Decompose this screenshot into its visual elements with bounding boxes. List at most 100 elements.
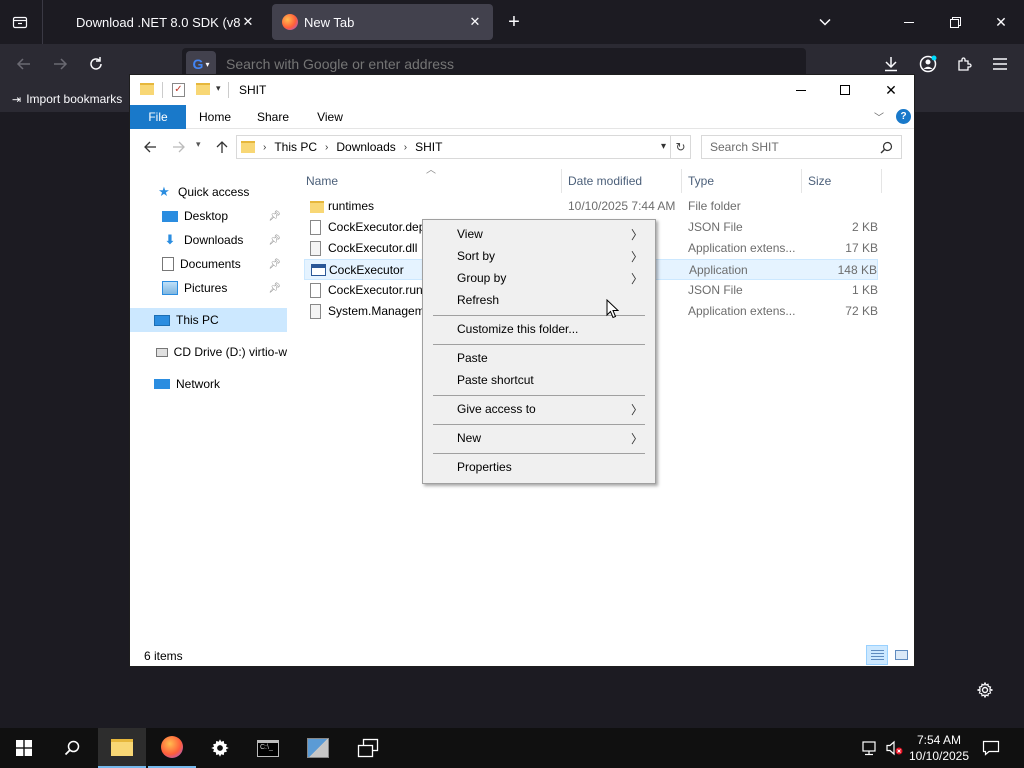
import-icon: ⇥ <box>12 93 22 106</box>
taskbar-server-manager[interactable] <box>294 728 342 768</box>
qat-customize-icon[interactable]: ▾ <box>216 83 221 94</box>
menu-item-give-access[interactable]: Give access to 〉 <box>425 398 653 420</box>
network-tray-icon[interactable] <box>862 740 880 756</box>
expand-ribbon-icon[interactable]: ﹀ <box>874 109 884 124</box>
file-row[interactable]: runtimes 10/10/2025 7:44 AM File folder <box>304 196 878 217</box>
restore-icon <box>949 16 961 28</box>
back-button[interactable] <box>140 137 160 157</box>
breadcrumb-downloads[interactable]: Downloads <box>336 140 395 154</box>
menu-item-group-by[interactable]: Group by 〉 <box>425 267 653 289</box>
ribbon-tab-view[interactable]: View <box>306 105 354 129</box>
nav-label: Pictures <box>184 281 228 295</box>
explorer-maximize-button[interactable] <box>822 75 868 105</box>
start-button[interactable] <box>0 728 48 768</box>
explorer-minimize-button[interactable] <box>778 75 824 105</box>
file-name: CockExecutor.dll <box>328 241 418 255</box>
firefox-icon <box>161 736 183 758</box>
nav-downloads[interactable]: ⬇ Downloads 📌︎ <box>130 228 287 252</box>
gear-icon <box>977 682 993 698</box>
file-type: Application extens... <box>688 304 796 318</box>
reload-button[interactable] <box>82 50 110 78</box>
nav-this-pc[interactable]: This PC <box>130 308 287 332</box>
ribbon-tab-home[interactable]: Home <box>190 105 240 129</box>
list-all-tabs-button[interactable] <box>8 10 32 34</box>
customize-new-tab-button[interactable] <box>974 679 996 701</box>
column-header-type[interactable]: Type <box>682 169 802 193</box>
nav-quick-access[interactable]: ★ Quick access <box>130 180 287 204</box>
up-button[interactable] <box>212 137 232 157</box>
nav-pictures[interactable]: Pictures 📌︎ <box>130 276 287 300</box>
large-icons-view-button[interactable] <box>890 645 912 665</box>
close-tab-icon[interactable]: ✕ <box>467 14 483 30</box>
file-name: CockExecutor.dep <box>328 220 426 234</box>
column-header-size[interactable]: Size <box>802 169 882 193</box>
menu-item-new[interactable]: New 〉 <box>425 427 653 449</box>
menu-item-customize[interactable]: Customize this folder... <box>425 318 653 340</box>
application-icon <box>311 264 326 276</box>
account-button[interactable] <box>914 50 942 78</box>
url-input[interactable] <box>216 56 806 72</box>
nav-documents[interactable]: Documents 📌︎ <box>130 252 287 276</box>
forward-button[interactable] <box>168 137 188 157</box>
refresh-button[interactable]: ↻ <box>671 135 691 159</box>
taskbar-command-prompt[interactable]: C:\_ <box>244 728 292 768</box>
taskbar-clock[interactable]: 7:54 AM 10/10/2025 <box>904 732 974 764</box>
ribbon-tab-file[interactable]: File <box>130 105 186 129</box>
folder-icon <box>241 141 255 153</box>
ribbon-tab-share[interactable]: Share <box>248 105 298 129</box>
new-folder-icon[interactable] <box>196 83 210 95</box>
hamburger-menu-icon <box>993 58 1007 70</box>
download-arrow-icon: ⬇ <box>164 232 176 247</box>
tab-dotnet-download[interactable]: Download .NET 8.0 SDK (v8.0.4 ✕ <box>48 4 266 40</box>
search-button[interactable] <box>48 728 96 768</box>
breadcrumb-this-pc[interactable]: This PC <box>274 140 317 154</box>
taskbar-task-view[interactable] <box>344 728 392 768</box>
volume-tray-icon[interactable] <box>886 740 904 756</box>
search-icon <box>880 141 893 153</box>
nav-network[interactable]: Network <box>130 372 287 396</box>
close-tab-icon[interactable]: ✕ <box>240 14 256 30</box>
menu-item-properties[interactable]: Properties <box>425 456 653 478</box>
tab-overflow-button[interactable] <box>813 10 837 34</box>
explorer-close-button[interactable]: ✕ <box>868 75 914 105</box>
file-size: 2 KB <box>851 220 878 234</box>
file-size: 17 KB <box>845 241 878 255</box>
explorer-title-bar: ✓ ▾ SHIT ✕ <box>130 75 914 105</box>
breadcrumb-current[interactable]: SHIT <box>415 140 442 154</box>
taskbar-firefox[interactable] <box>148 728 196 768</box>
file-name: runtimes <box>328 199 375 213</box>
app-menu-button[interactable] <box>986 50 1014 78</box>
taskbar-file-explorer[interactable] <box>98 728 146 768</box>
extensions-button[interactable] <box>950 50 978 78</box>
menu-item-paste-shortcut[interactable]: Paste shortcut <box>425 369 653 391</box>
restore-button[interactable] <box>932 0 978 44</box>
recent-locations-icon[interactable]: ▾ <box>196 139 201 150</box>
search-box[interactable]: Search SHIT <box>701 135 902 159</box>
column-header-name[interactable]: Name <box>300 169 562 193</box>
properties-icon[interactable]: ✓ <box>172 83 185 97</box>
menu-item-paste[interactable]: Paste <box>425 347 653 369</box>
close-icon: ✕ <box>885 81 897 98</box>
nav-cd-drive[interactable]: CD Drive (D:) virtio-w <box>130 340 287 364</box>
address-dropdown-icon[interactable]: ▾ <box>661 141 666 152</box>
column-header-date[interactable]: Date modified <box>562 169 682 193</box>
taskbar-settings[interactable] <box>196 728 244 768</box>
details-view-button[interactable] <box>866 645 888 665</box>
action-center-button[interactable] <box>978 736 1004 760</box>
import-bookmarks-button[interactable]: ⇥ Import bookmarks <box>12 90 122 108</box>
folder-icon <box>310 201 324 213</box>
menu-separator <box>433 344 645 345</box>
back-button[interactable] <box>10 50 38 78</box>
menu-item-view[interactable]: View 〉 <box>425 223 653 245</box>
tab-new-tab[interactable]: New Tab ✕ <box>272 4 493 40</box>
new-tab-button[interactable]: + <box>502 10 526 34</box>
pin-icon: 📌︎ <box>268 258 281 270</box>
address-box[interactable]: › This PC › Downloads › SHIT ▾ <box>236 135 671 159</box>
nav-desktop[interactable]: Desktop 📌︎ <box>130 204 287 228</box>
close-window-button[interactable]: ✕ <box>978 0 1024 44</box>
minimize-button[interactable] <box>886 0 932 44</box>
menu-item-sort-by[interactable]: Sort by 〉 <box>425 245 653 267</box>
forward-button[interactable] <box>46 50 74 78</box>
help-icon[interactable]: ? <box>896 109 911 124</box>
tab-label: Download .NET 8.0 SDK (v8.0.4 <box>76 14 240 30</box>
